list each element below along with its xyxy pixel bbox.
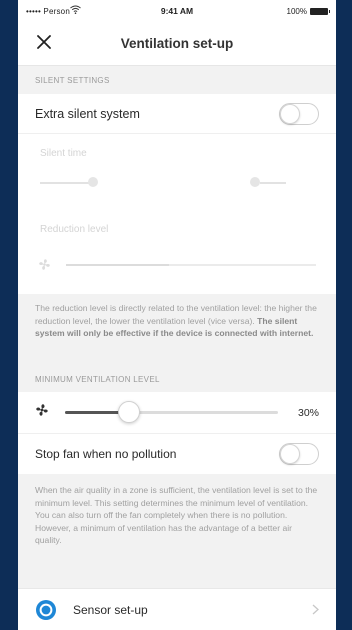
reduction-slider-fill [66,264,169,266]
chevron-right-icon [312,603,319,618]
silent-config-disabled: Silent time Reduction level [18,134,336,294]
silent-end-slider [260,182,286,184]
sensor-setup-label: Sensor set-up [73,603,148,617]
fan-icon [35,403,53,422]
nav-header: Ventilation set-up [18,22,336,66]
sensor-setup-row[interactable]: Sensor set-up [18,588,336,630]
min-ventilation-section-label: MINIMUM VENTILATION LEVEL [35,374,160,384]
status-bar: ••••• Person 9:41 AM 100% [18,0,336,22]
extra-silent-row: Extra silent system [18,94,336,134]
silent-start-knob[interactable] [88,177,98,187]
battery-icon [310,7,330,15]
min-ventilation-slider-track[interactable] [65,401,278,423]
silent-end-knob[interactable] [250,177,260,187]
min-ventilation-info-text: When the air quality in a zone is suffic… [35,485,318,545]
extra-silent-toggle[interactable] [279,102,319,125]
close-icon [37,34,51,54]
fan-icon-disabled [38,258,51,276]
page-title: Ventilation set-up [120,36,234,51]
phone-screen: ••••• Person 9:41 AM 100% Ventilation se… [18,0,336,630]
silent-start-slider [40,182,92,184]
silent-info-text: The reduction level is directly related … [18,294,336,366]
close-button[interactable] [34,34,54,54]
min-ventilation-percent: 30% [297,406,319,419]
min-ventilation-slider-row: 30% [18,392,336,434]
stop-fan-toggle[interactable] [279,443,319,465]
clock-time: 9:41 AM [160,6,194,16]
silent-time-label: Silent time [40,148,87,159]
toggle-knob [280,444,300,464]
stop-fan-label: Stop fan when no pollution [35,447,177,461]
extra-silent-label: Extra silent system [35,106,140,121]
sensor-icon [35,599,57,621]
stop-fan-row: Stop fan when no pollution [18,434,336,474]
min-ventilation-slider-knob[interactable] [117,401,140,423]
reduction-level-label: Reduction level [40,224,109,235]
silent-settings-section-label: SILENT SETTINGS [35,75,110,85]
toggle-knob [280,103,300,124]
